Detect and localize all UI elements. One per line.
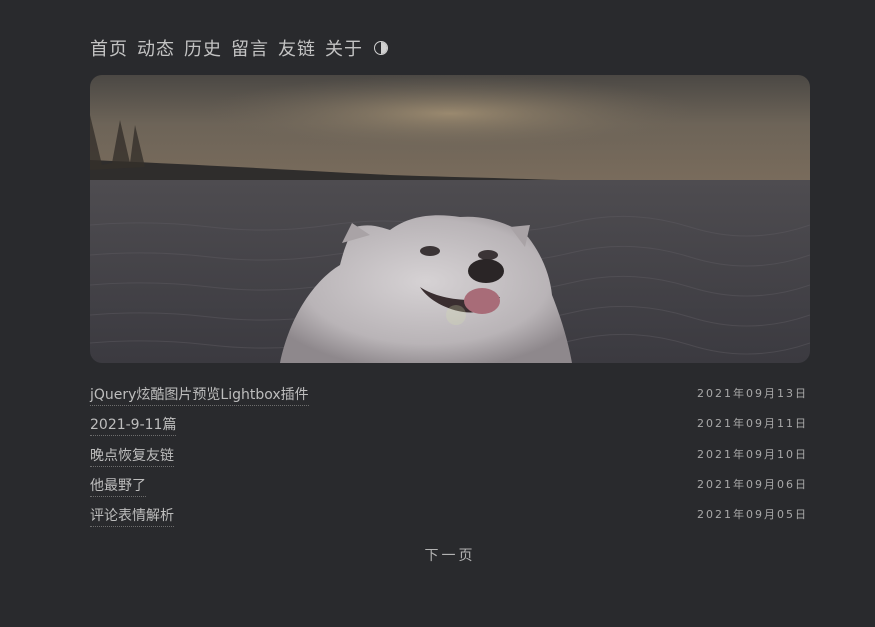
post-date: 2021年09月10日 [697,447,808,461]
samoyed-photo-icon [90,75,810,363]
list-item: jQuery炫酷图片预览Lightbox插件 2021年09月13日 [90,380,810,410]
post-date: 2021年09月11日 [697,417,808,431]
post-date: 2021年09月13日 [697,387,808,400]
post-date: 2021年09月05日 [697,508,808,522]
main-nav: 首页 动态 历史 留言 友链 关于 [90,34,388,62]
hero-image [90,75,810,363]
pagination: 下一页 [90,545,810,565]
post-title-link[interactable]: 他最野了 [90,475,146,497]
list-item: 晚点恢复友链 2021年09月10日 [90,441,810,471]
post-title-link[interactable]: 2021-9-11篇 [90,414,177,437]
post-title-link[interactable]: 晚点恢复友链 [90,445,174,467]
theme-toggle-icon[interactable] [374,41,388,55]
post-list: jQuery炫酷图片预览Lightbox插件 2021年09月13日 2021-… [90,380,810,531]
list-item: 他最野了 2021年09月06日 [90,471,810,501]
post-title-link[interactable]: 评论表情解析 [90,505,174,528]
nav-item-guestbook[interactable]: 留言 [231,35,269,61]
list-item: 评论表情解析 2021年09月05日 [90,501,810,531]
nav-item-home[interactable]: 首页 [90,35,128,61]
nav-item-friends[interactable]: 友链 [278,35,316,61]
next-page-button[interactable]: 下一页 [425,548,476,564]
post-title-link[interactable]: jQuery炫酷图片预览Lightbox插件 [90,384,309,406]
post-date: 2021年09月06日 [697,477,808,491]
nav-item-activity[interactable]: 动态 [137,35,175,61]
list-item: 2021-9-11篇 2021年09月11日 [90,410,810,440]
nav-item-history[interactable]: 历史 [184,35,222,61]
nav-item-about[interactable]: 关于 [325,35,363,61]
